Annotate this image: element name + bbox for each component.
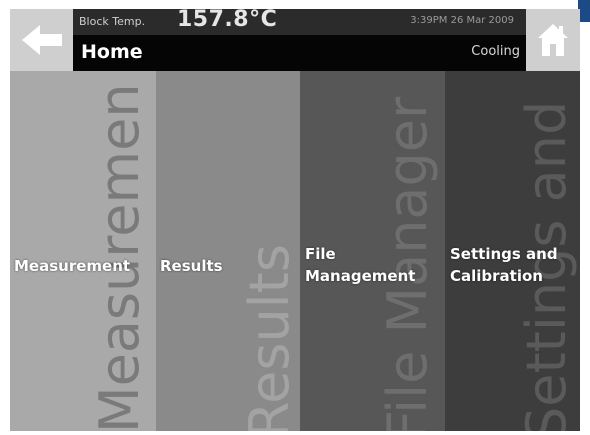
home-button[interactable] xyxy=(526,9,580,71)
title-bar: Home Cooling xyxy=(73,35,526,71)
block-temp-label: Block Temp. xyxy=(79,15,146,28)
datetime: 3:39PM 26 Mar 2009 xyxy=(410,15,514,26)
arrow-left-icon xyxy=(21,25,62,55)
results-tile[interactable]: Results Results xyxy=(156,71,300,431)
measurement-label-line1: Measurement xyxy=(14,257,131,275)
settings-calibration-label-line1: Settings and xyxy=(450,245,558,263)
measurement-tile[interactable]: Measuremen Measurement xyxy=(10,71,156,431)
file-management-label: File Management xyxy=(305,243,415,287)
device-screen: Block Temp. 157.8°C 3:39PM 26 Mar 2009 H… xyxy=(10,9,580,431)
file-management-tile[interactable]: File Manager File Management xyxy=(300,71,445,431)
house-icon xyxy=(538,24,568,56)
results-watermark: Results xyxy=(238,244,300,431)
status-bar: Block Temp. 157.8°C 3:39PM 26 Mar 2009 xyxy=(73,9,526,35)
back-button[interactable] xyxy=(10,9,73,71)
settings-calibration-tile[interactable]: Settings and Settings and Calibration xyxy=(445,71,580,431)
header-bar: Block Temp. 157.8°C 3:39PM 26 Mar 2009 H… xyxy=(10,9,580,71)
settings-calibration-label-line2: Calibration xyxy=(450,267,543,285)
main-menu: Measuremen Measurement Results Results F… xyxy=(10,71,580,431)
results-label: Results xyxy=(160,255,223,277)
results-label-line1: Results xyxy=(160,257,223,275)
settings-calibration-label: Settings and Calibration xyxy=(450,243,558,287)
block-temp-value: 157.8°C xyxy=(177,9,278,32)
instrument-state: Cooling xyxy=(471,44,520,59)
measurement-label: Measurement xyxy=(14,255,130,277)
file-management-label-line1: File xyxy=(305,245,336,263)
file-management-label-line2: Management xyxy=(305,267,416,285)
page-title: Home xyxy=(81,41,143,63)
